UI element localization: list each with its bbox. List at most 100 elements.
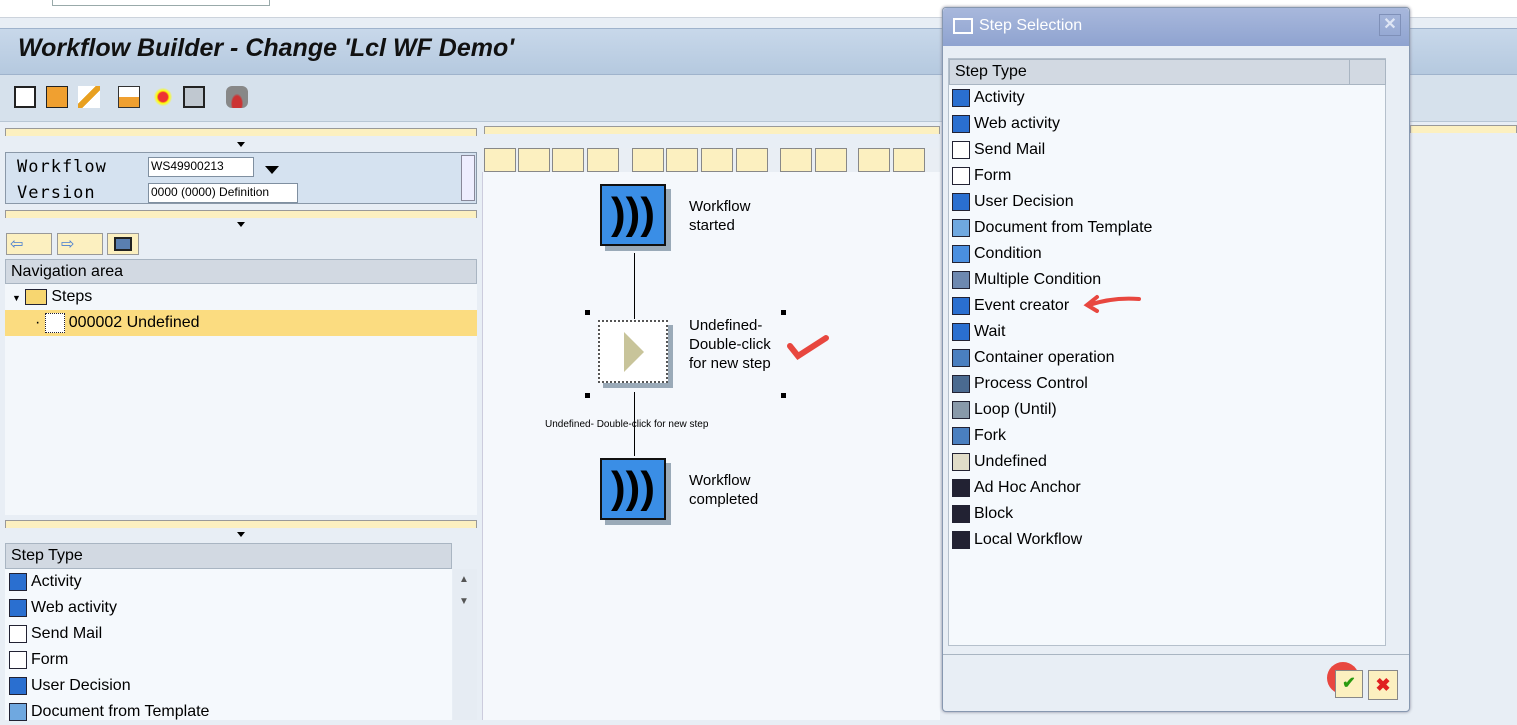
upload-button[interactable] [858, 148, 890, 172]
user-decision-icon [952, 192, 970, 211]
edit-button[interactable] [518, 148, 550, 172]
confirm-button[interactable]: ✔ [1335, 670, 1363, 698]
dialog-step-type-document-from-template[interactable]: Document from Template [952, 215, 1152, 241]
workflow-start-node[interactable]: ))) [600, 184, 666, 246]
edge-label: Undefined- Double-click for new step [545, 419, 709, 430]
step-type-item[interactable]: Document from Template [9, 699, 209, 725]
step-type-item[interactable]: Activity [9, 569, 82, 595]
insert-button[interactable] [736, 148, 768, 172]
activity-icon [952, 88, 970, 107]
splitter-bar[interactable] [5, 520, 477, 528]
dialog-step-type-activity[interactable]: Activity [952, 85, 1025, 111]
send-mail-icon [9, 624, 27, 643]
step-type-item[interactable]: User Decision [9, 673, 131, 699]
splitter-bar [1410, 125, 1517, 133]
step-type-label: Wait [974, 323, 1006, 340]
splitter-bar[interactable] [484, 126, 940, 134]
selection-handle[interactable] [585, 393, 590, 398]
screen-icon[interactable] [183, 86, 205, 108]
undefined-step-icon [44, 312, 65, 333]
copy-icon[interactable] [46, 86, 68, 108]
step-type-label: Web activity [974, 115, 1060, 132]
forward-button[interactable]: ⇨ [57, 233, 103, 255]
step-type-label: Condition [974, 245, 1042, 262]
selection-handle[interactable] [781, 310, 786, 315]
dialog-step-type-block[interactable]: Block [952, 501, 1013, 527]
step-type-item[interactable]: Send Mail [9, 621, 102, 647]
dropdown-icon[interactable] [265, 166, 279, 174]
end-label: Workflow completed [689, 472, 759, 508]
dialog-step-type-web-activity[interactable]: Web activity [952, 111, 1060, 137]
workflow-end-node[interactable]: ))) [600, 458, 666, 520]
form-icon [9, 650, 27, 669]
dialog-step-type-local-workflow[interactable]: Local Workflow [952, 527, 1082, 553]
dialog-title: Step Selection [979, 17, 1083, 34]
dialog-step-type-fork[interactable]: Fork [952, 423, 1006, 449]
dialog-step-type-condition[interactable]: Condition [952, 241, 1042, 267]
dialog-step-type-multiple-condition[interactable]: Multiple Condition [952, 267, 1101, 293]
hat-icon[interactable] [226, 86, 248, 108]
tree-folder-steps[interactable]: ▼ Steps [12, 284, 92, 310]
collapse-arrow-icon[interactable] [237, 142, 245, 147]
cut-button[interactable] [632, 148, 664, 172]
edit-icon[interactable] [78, 86, 100, 108]
paste-button[interactable] [701, 148, 733, 172]
wizard-icon[interactable] [152, 86, 174, 108]
form-icon [952, 166, 970, 185]
selection-handle[interactable] [781, 393, 786, 398]
dialog-title-bar[interactable]: Step Selection ✕ [943, 8, 1409, 46]
step-type-label: Activity [31, 573, 82, 590]
dialog-step-type-process-control[interactable]: Process Control [952, 371, 1088, 397]
selection-handle[interactable] [585, 310, 590, 315]
back-button[interactable]: ⇦ [6, 233, 52, 255]
red-arrow-annotation [1083, 295, 1141, 313]
document-from-template-icon [9, 702, 27, 721]
copy-button[interactable] [666, 148, 698, 172]
undefined-step-node[interactable] [598, 320, 668, 383]
version-select[interactable]: 0000 (0000) Definition [148, 183, 298, 203]
collapse-arrow-icon[interactable] [237, 532, 245, 537]
new-button[interactable] [484, 148, 516, 172]
splitter-bar[interactable] [5, 128, 477, 136]
step-type-label: Undefined [974, 453, 1047, 470]
step-type-label: Activity [974, 89, 1025, 106]
overview-button[interactable] [107, 233, 139, 255]
folder-icon [25, 288, 48, 305]
dialog-step-type-event-creator[interactable]: Event creator [952, 293, 1069, 319]
tree-item-selected[interactable]: · 000002 Undefined [5, 310, 477, 336]
wait-icon [952, 322, 970, 341]
local-workflow-icon [952, 530, 970, 549]
grid-button[interactable] [893, 148, 925, 172]
dialog-step-type-send-mail[interactable]: Send Mail [952, 137, 1045, 163]
cancel-button[interactable]: ✖ [1368, 670, 1398, 700]
step-type-label: Web activity [31, 599, 117, 616]
dialog-step-type-container-operation[interactable]: Container operation [952, 345, 1115, 371]
step-type-list: Step Type Activity Web activity Send Mail F… [948, 58, 1386, 646]
workflow-field[interactable]: WS49900213 [148, 157, 254, 177]
dialog-step-type-undefined[interactable]: Undefined [952, 449, 1047, 475]
scrollbar[interactable] [461, 155, 475, 201]
undo-button[interactable] [780, 148, 812, 172]
step-type-item[interactable]: Web activity [9, 595, 117, 621]
dialog-step-type-loop-until[interactable]: Loop (Until) [952, 397, 1057, 423]
step-type-label: Ad Hoc Anchor [974, 479, 1081, 496]
workflow-graph-canvas[interactable] [482, 172, 940, 720]
new-icon[interactable] [14, 86, 36, 108]
command-field[interactable] [52, 0, 270, 6]
dialog-step-type-ad-hoc-anchor[interactable]: Ad Hoc Anchor [952, 475, 1081, 501]
rename-button[interactable] [552, 148, 584, 172]
dialog-step-type-wait[interactable]: Wait [952, 319, 1005, 345]
close-dialog-button[interactable]: ✕ [1379, 14, 1401, 36]
step-type-label: Loop (Until) [974, 401, 1057, 418]
red-checkmark-annotation [787, 335, 829, 360]
ad-hoc-anchor-icon [952, 478, 970, 497]
step-type-item[interactable]: Form [9, 647, 68, 673]
redo-button[interactable] [815, 148, 847, 172]
collapse-arrow-icon[interactable] [237, 222, 245, 227]
splitter-bar[interactable] [5, 210, 477, 218]
step-type-scrollbar[interactable]: ▲ ▼ [453, 569, 477, 720]
hierarchy-icon[interactable] [118, 86, 140, 108]
dialog-step-type-form[interactable]: Form [952, 163, 1011, 189]
delete-button[interactable] [587, 148, 619, 172]
dialog-step-type-user-decision[interactable]: User Decision [952, 189, 1074, 215]
